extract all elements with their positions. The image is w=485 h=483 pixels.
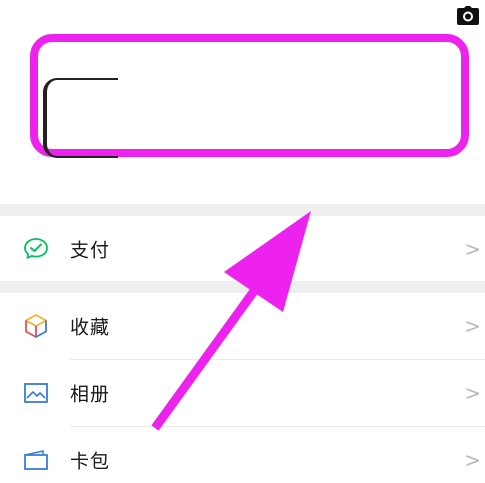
menu-item-album[interactable]: 相册 >	[0, 360, 485, 426]
image-icon	[22, 379, 50, 407]
menu-label-favorites: 收藏	[70, 316, 111, 339]
me-page: 支付 > 收藏 > 相册 > 卡包 >	[0, 0, 485, 483]
profile-card-highlight[interactable]	[30, 34, 469, 158]
camera-button[interactable]	[455, 5, 481, 27]
cube-icon	[22, 312, 50, 340]
menu-item-pay[interactable]: 支付 >	[0, 216, 485, 282]
menu-label-pay: 支付	[70, 239, 111, 262]
chevron-right-icon: >	[464, 448, 481, 472]
chevron-right-icon: >	[464, 314, 481, 338]
menu-label-album: 相册	[70, 383, 111, 406]
menu-label-cards: 卡包	[70, 450, 111, 473]
chevron-right-icon: >	[464, 237, 481, 261]
avatar[interactable]	[43, 78, 118, 158]
card-icon	[22, 446, 50, 474]
camera-icon	[457, 6, 479, 25]
section-gap	[0, 281, 485, 293]
menu-item-cards[interactable]: 卡包 >	[0, 427, 485, 483]
section-gap	[0, 204, 485, 216]
menu-item-favorites[interactable]: 收藏 >	[0, 293, 485, 359]
wechat-pay-icon	[22, 235, 50, 263]
chevron-right-icon: >	[464, 381, 481, 405]
